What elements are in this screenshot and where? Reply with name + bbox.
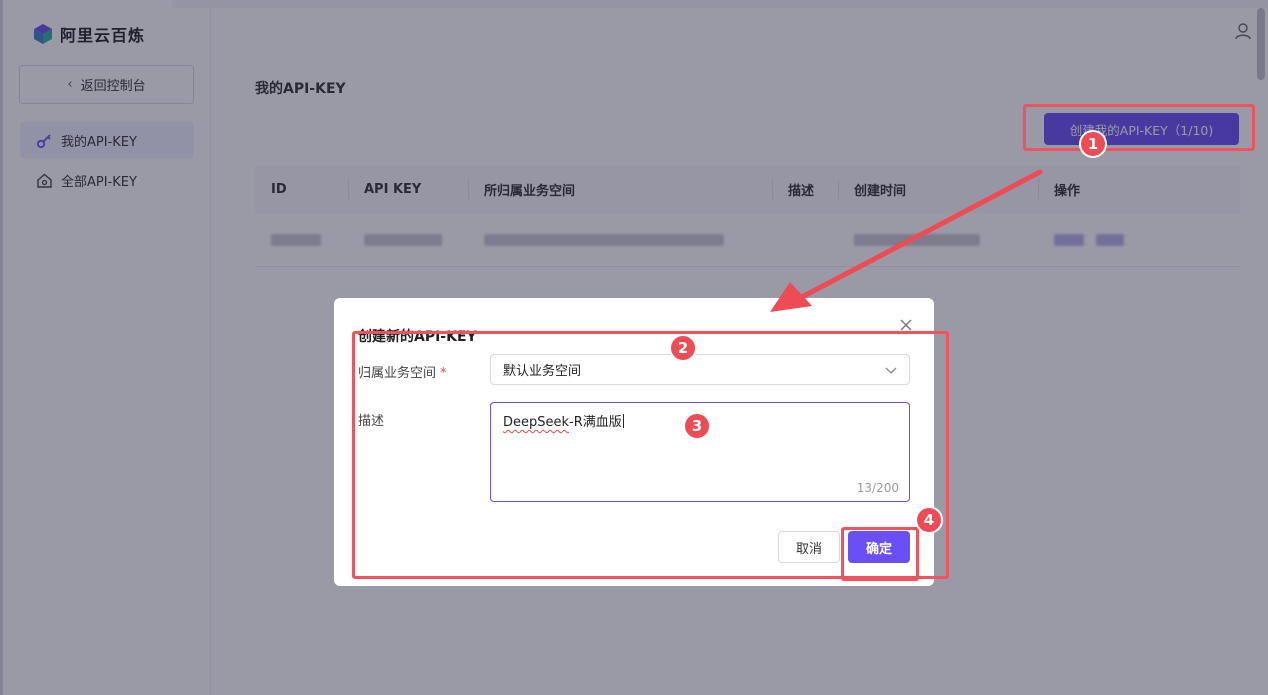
annotation-badge-4: 4 [915,506,943,534]
annotation-badge-2: 2 [669,334,697,362]
annotation-box-create-button [1023,104,1255,151]
annotation-badge-1: 1 [1079,130,1107,158]
annotation-badge-3: 3 [683,412,711,440]
close-icon[interactable] [899,318,913,332]
annotation-box-confirm [841,527,919,581]
